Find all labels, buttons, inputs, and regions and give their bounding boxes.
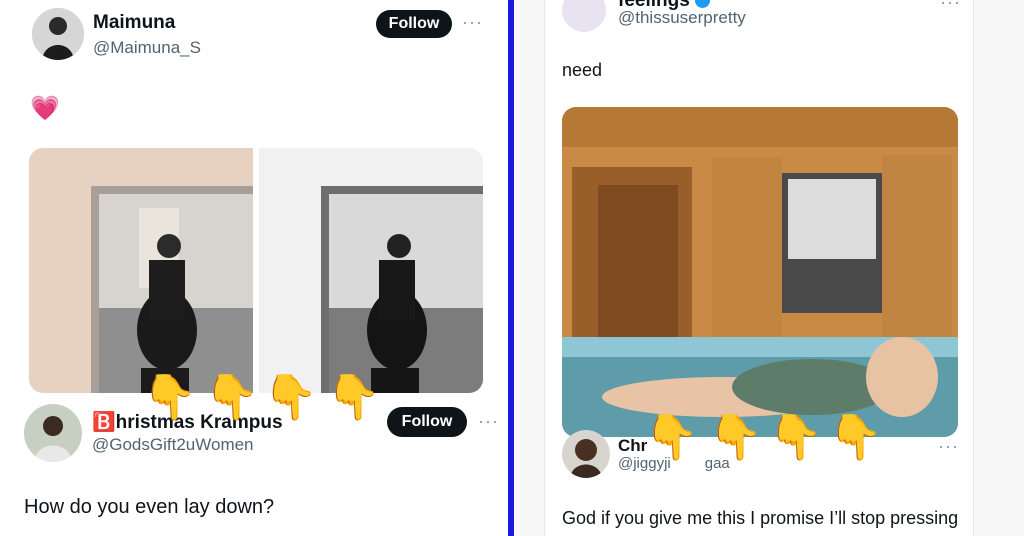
pointing-down-icon: 👇 <box>142 373 197 422</box>
more-options-icon[interactable]: ··· <box>940 0 961 13</box>
tweet-media[interactable] <box>29 148 483 393</box>
author-handle[interactable]: @thissuserpretty <box>618 8 746 28</box>
tweet-text: need <box>562 60 603 80</box>
pointing-down-icon: 👇 <box>263 373 318 422</box>
chris-avatar[interactable] <box>562 430 610 478</box>
follow-button[interactable]: Follow <box>376 10 452 38</box>
left-screenshot: Maimuna @Maimuna_S Follow ··· 💗 🅱️hristm… <box>0 0 508 536</box>
tweet-text: 💗 <box>30 95 60 122</box>
right-screenshot: feelings @thissuserpretty ··· need Chr @… <box>514 0 1024 536</box>
pointing-down-icon: 👇 <box>828 413 883 462</box>
pointing-down-icon: 👇 <box>326 373 381 422</box>
author-handle[interactable]: @GodsGift2uWomen <box>92 435 254 455</box>
pointing-down-icon: 👇 <box>204 373 259 422</box>
more-options-icon[interactable]: ··· <box>478 411 499 432</box>
follow-button[interactable]: Follow <box>387 407 467 437</box>
author-handle[interactable]: @Maimuna_S <box>93 38 201 58</box>
pointing-down-icon: 👇 <box>644 413 699 462</box>
reply-text: God if you give me this I promise I’ll s… <box>562 508 959 528</box>
reply-text: How do you even lay down? <box>24 496 275 518</box>
author-name[interactable]: Maimuna <box>93 12 175 34</box>
pointing-down-icon: 👇 <box>768 413 823 462</box>
more-options-icon[interactable]: ··· <box>938 436 959 457</box>
pointing-down-icon: 👇 <box>708 413 763 462</box>
krampus-avatar[interactable] <box>24 404 82 462</box>
maimuna-avatar[interactable] <box>32 8 84 60</box>
more-options-icon[interactable]: ··· <box>462 12 483 33</box>
author-name[interactable]: Chr <box>618 436 647 456</box>
tweet-media[interactable] <box>562 107 958 437</box>
b-badge-icon: 🅱️ <box>92 412 116 433</box>
